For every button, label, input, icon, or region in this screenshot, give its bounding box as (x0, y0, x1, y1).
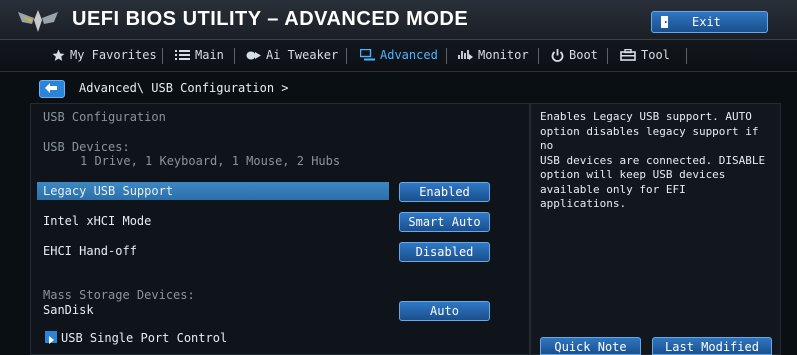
tab-divider (162, 48, 163, 64)
tab-divider (607, 48, 608, 64)
breadcrumb: Advanced\ USB Configuration > (79, 81, 289, 95)
legacy-usb-support-select[interactable]: Enabled (399, 182, 490, 202)
mass-storage-label: Mass Storage Devices: (43, 288, 195, 302)
sandisk-emulation-select[interactable]: Auto (399, 301, 490, 321)
back-button[interactable] (39, 80, 65, 98)
ehci-handoff-select[interactable]: Disabled (399, 242, 490, 262)
tab-monitor[interactable]: Monitor (458, 48, 529, 62)
advanced-icon (360, 49, 375, 61)
usb-single-port-control-link[interactable]: USB Single Port Control (61, 331, 227, 345)
exit-door-icon (661, 16, 668, 28)
list-icon (175, 50, 190, 60)
section-title: USB Configuration (43, 110, 166, 124)
tab-divider (346, 48, 347, 64)
monitor-icon (458, 50, 473, 60)
back-arrow-icon (45, 83, 57, 93)
main-nav: My Favorites Main Ai Tweaker Advanced Mo… (0, 40, 797, 72)
tab-label: Monitor (478, 48, 529, 62)
tab-label: Advanced (380, 48, 438, 62)
tuf-wings-logo-icon (18, 10, 58, 32)
usb-devices-value: 1 Drive, 1 Keyboard, 1 Mouse, 2 Hubs (80, 154, 341, 168)
quick-note-button[interactable]: Quick Note (540, 337, 641, 355)
tab-tool[interactable]: Tool (620, 48, 670, 62)
tab-advanced[interactable]: Advanced (360, 48, 438, 62)
help-description: Enables Legacy USB support. AUTO option … (540, 110, 766, 210)
tab-label: Boot (569, 48, 598, 62)
power-icon (551, 48, 564, 62)
tweak-icon (246, 51, 261, 59)
usb-devices-label: USB Devices: (43, 140, 130, 154)
submenu-arrow-icon[interactable] (45, 331, 57, 344)
tab-divider (686, 48, 687, 64)
tab-ai-tweaker[interactable]: Ai Tweaker (246, 48, 338, 62)
tab-label: My Favorites (70, 48, 157, 62)
legacy-usb-support-label[interactable]: Legacy USB Support (43, 184, 173, 198)
page-title: UEFI BIOS UTILITY – ADVANCED MODE (72, 8, 469, 30)
exit-button[interactable]: Exit (651, 11, 768, 33)
tab-label: Tool (641, 48, 670, 62)
tab-divider (234, 48, 235, 64)
sandisk-label[interactable]: SanDisk (43, 303, 94, 317)
help-panel: Enables Legacy USB support. AUTO option … (530, 103, 781, 355)
tab-label: Ai Tweaker (266, 48, 339, 62)
title-bar: UEFI BIOS UTILITY – ADVANCED MODE Exit (0, 0, 797, 40)
tool-icon (620, 49, 636, 61)
tab-divider (538, 48, 539, 64)
ehci-handoff-label[interactable]: EHCI Hand-off (43, 244, 137, 258)
last-modified-button[interactable]: Last Modified (652, 337, 772, 355)
star-icon (52, 49, 65, 61)
exit-label: Exit (692, 15, 721, 29)
tab-label: Main (195, 48, 224, 62)
tab-my-favorites[interactable]: My Favorites (52, 48, 157, 62)
xhci-mode-label[interactable]: Intel xHCI Mode (43, 214, 151, 228)
tab-main[interactable]: Main (175, 48, 224, 62)
tab-divider (446, 48, 447, 64)
tab-boot[interactable]: Boot (551, 48, 598, 62)
xhci-mode-select[interactable]: Smart Auto (399, 212, 490, 232)
